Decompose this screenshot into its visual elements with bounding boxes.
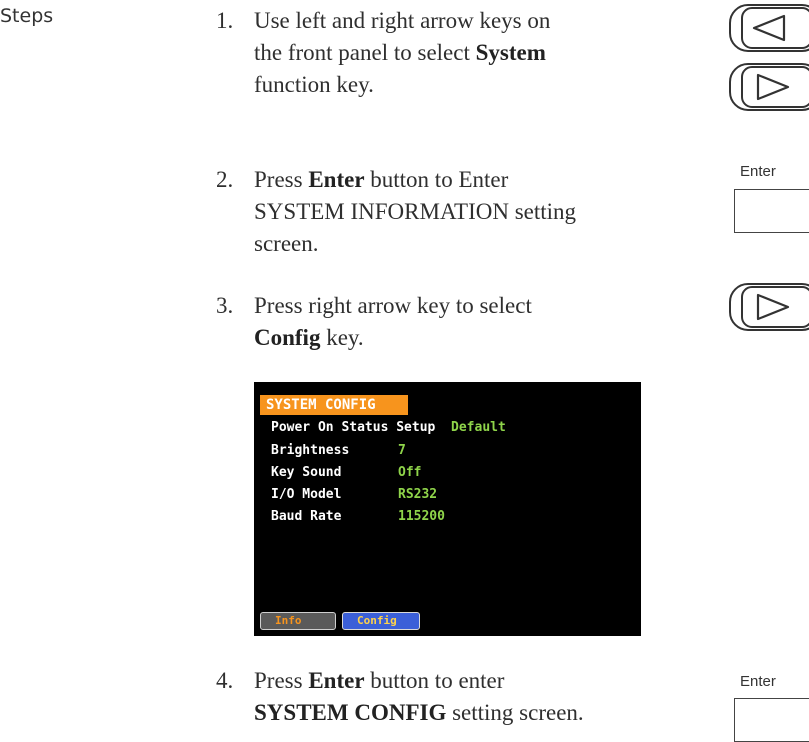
right-arrow-key-icon (729, 63, 809, 111)
step-bold-text: Enter (308, 167, 365, 192)
step-1: 1. Use left and right arrow keys on the f… (216, 5, 550, 101)
steps-label: Steps (0, 5, 54, 27)
config-value: Default (451, 420, 506, 435)
info-softkey[interactable]: Info (260, 612, 336, 630)
step-text: Press right arrow key to select (254, 293, 532, 318)
step-number: 2. (216, 167, 234, 192)
step-number: 1. (216, 8, 234, 33)
step-text: button to Enter (364, 167, 509, 192)
config-row-io-model: I/O Model RS232 (271, 486, 437, 504)
step-bold-text: Enter (308, 668, 365, 693)
enter-key-label: Enter (740, 163, 776, 180)
step-text: button to enter (364, 668, 505, 693)
step-number: 4. (216, 668, 234, 693)
enter-key-icon (734, 698, 809, 742)
config-value: Off (398, 465, 422, 480)
step-text: Press (254, 167, 309, 192)
right-arrow-key-icon (729, 283, 809, 331)
config-row-key-sound: Key Sound Off (271, 464, 421, 482)
config-label: Key Sound (271, 465, 342, 480)
config-label: I/O Model (271, 487, 342, 502)
step-text: screen. (254, 231, 319, 256)
step-bold-text: System (475, 40, 546, 65)
step-bold-text: Config (254, 325, 321, 350)
enter-key-icon (734, 189, 809, 233)
config-softkey[interactable]: Config (342, 612, 420, 630)
config-row-power-on: Power On Status Setup Default (271, 419, 506, 437)
enter-key-label: Enter (740, 673, 776, 690)
step-text: setting screen. (446, 700, 584, 725)
config-value: 7 (398, 443, 406, 458)
step-text: Use left and right arrow keys on (254, 8, 551, 33)
step-text: function key. (254, 72, 374, 97)
step-text: the front panel to select (254, 40, 476, 65)
config-label: Power On Status Setup (271, 420, 436, 435)
step-2: 2. Press Enter button to Enter SYSTEM INF… (216, 164, 576, 260)
step-bold-text: SYSTEM CONFIG (254, 700, 447, 725)
config-label: Baud Rate (271, 509, 342, 524)
screen-title: SYSTEM CONFIG (260, 395, 408, 415)
config-label: Brightness (271, 443, 350, 458)
system-config-screen: SYSTEM CONFIG Power On Status Setup Defa… (254, 382, 641, 636)
config-value: 115200 (398, 509, 445, 524)
config-row-baud-rate: Baud Rate 115200 (271, 508, 445, 526)
config-value: RS232 (398, 487, 438, 502)
step-text: SYSTEM INFORMATION setting (254, 199, 577, 224)
step-text: Press (254, 668, 309, 693)
step-number: 3. (216, 293, 234, 318)
step-text: key. (320, 325, 364, 350)
step-3: 3. Press right arrow key to select Config… (216, 290, 532, 354)
config-row-brightness: Brightness 7 (271, 442, 406, 460)
step-4: 4. Press Enter button to enter SYSTEM CON… (216, 665, 584, 729)
left-arrow-key-icon (729, 4, 809, 52)
